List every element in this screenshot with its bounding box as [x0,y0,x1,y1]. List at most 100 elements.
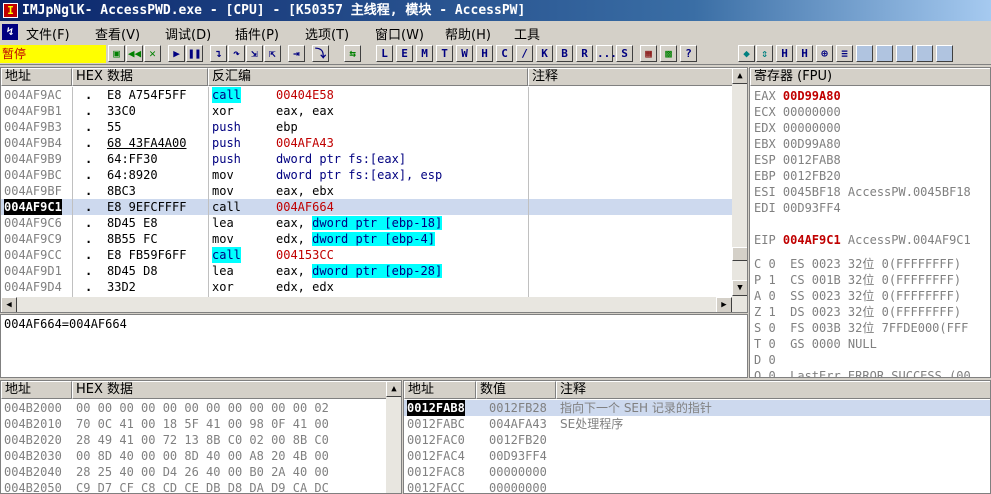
plugin-hbp-icon[interactable]: H [796,45,813,62]
register-row[interactable]: EBP 0012FB20 [754,168,841,184]
plugin-arrows-icon[interactable]: ◆ [738,45,755,62]
flag-row[interactable]: T 0 GS 0000 NULL [754,336,877,352]
toolbar-btn-c[interactable]: C [496,45,513,62]
menu-view[interactable]: 查看(V) [95,24,140,43]
stack-rows[interactable]: 0012FAB8 0012FB28 指向下一个 SEH 记录的指针 0012FABC 0… [404,400,990,493]
plugin-slot-5-icon[interactable] [936,45,953,62]
dump-row[interactable]: 004B2010 70 0C 41 00 18 5F 41 00 98 0F 41… [1,416,386,432]
stack-row[interactable]: 0012FAC0 0012FB20 [404,432,990,448]
toolbar-btn-m[interactable]: M [416,45,433,62]
scroll-up-icon[interactable]: ▲ [732,68,747,84]
disasm-row[interactable]: 004AF9D1. 8D45 D8 lea eax, dword ptr [ebp-2… [1,263,732,279]
disasm-row[interactable]: 004AF9BC. 64:8920 mov dword ptr fs:[eax], e… [1,167,732,183]
stack-row[interactable]: 0012FACC 00000000 [404,480,990,493]
disasm-row[interactable]: 004AF9B9. 64:FF30 push dword ptr fs:[eax] [1,151,732,167]
plugin-hb-icon[interactable]: H [776,45,793,62]
toolbar-btn-ellipsis[interactable]: ... [596,45,617,62]
stack-col-value[interactable]: 数值 [476,381,556,399]
toolbar-btn-r[interactable]: R [576,45,593,62]
disasm-col-comment[interactable]: 注释 [528,68,733,86]
registers-list[interactable]: EAX 00D99A80 ECX 00000000 EDX 00000000 EBX … [750,88,990,377]
flag-row[interactable]: S 0 FS 003B 32位 7FFDE000(FFF [754,320,968,336]
flag-row[interactable]: A 0 SS 0023 32位 0(FFFFFFFF) [754,288,961,304]
disasm-hscroll[interactable]: ◀ ▶ [1,297,747,312]
disasm-row[interactable]: 004AF9BF. 8BC3 mov eax, ebx [1,183,732,199]
stack-row[interactable]: 0012FAC4 00D93FF4 [404,448,990,464]
app-menu-icon[interactable]: ↯ [2,24,18,40]
toolbar-btn-e[interactable]: E [396,45,413,62]
disasm-rows[interactable]: 004AF9AC. E8 A754F5FF call 00404E58 004AF9B1… [1,87,733,296]
register-row[interactable]: ESI 0045BF18 AccessPW.0045BF18 [754,184,971,200]
disasm-row[interactable]: 004AF9C6. 8D45 E8 lea eax, dword ptr [ebp-1… [1,215,732,231]
close-icon[interactable]: ✕ [144,45,161,62]
plugin-list-icon[interactable]: ≡ [836,45,853,62]
plugin-updown-icon[interactable]: ⇕ [756,45,773,62]
execute-till-user-icon[interactable]: ⤵ [312,45,329,62]
disasm-col-hex[interactable]: HEX 数据 [72,68,208,86]
toolbar-btn-l[interactable]: L [376,45,393,62]
help-icon[interactable]: ? [680,45,697,62]
step-over-icon[interactable]: ↷ [228,45,245,62]
stack-row[interactable]: 0012FABC 004AFA43 SE处理程序 [404,416,990,432]
menu-debug[interactable]: 调试(D) [165,24,211,43]
flag-row[interactable]: O 0 LastErr ERROR_SUCCESS (00 [754,368,971,377]
scroll-left-icon[interactable]: ◀ [1,297,17,312]
toolbar-btn-t[interactable]: T [436,45,453,62]
disasm-row[interactable]: 004AF9C1. E8 9EFCFFFF call 004AF664 [1,199,732,215]
register-row[interactable]: ECX 00000000 [754,104,841,120]
register-row-eip[interactable]: EIP 004AF9C1 AccessPW.004AF9C1 [754,232,971,248]
toolbar-btn-k[interactable]: K [536,45,553,62]
scroll-right-icon[interactable]: ▶ [716,297,732,312]
menu-help[interactable]: 帮助(H) [445,24,491,43]
menu-tools[interactable]: 工具 [514,24,540,43]
disasm-col-disasm[interactable]: 反汇编 [208,68,528,86]
execute-till-return-icon[interactable]: ⇥ [288,45,305,62]
disasm-row[interactable]: 004AF9AC. E8 A754F5FF call 00404E58 [1,87,732,103]
scroll-thumb[interactable] [732,247,747,261]
toolbar-btn-b[interactable]: B [556,45,573,62]
disasm-row[interactable]: 004AF9B4. 68 43FA4A00 push 004AFA43 [1,135,732,151]
dump-col-address[interactable]: 地址 [1,381,72,399]
pause-icon[interactable]: ❚❚ [186,45,203,62]
disasm-vscroll[interactable]: ▲ ▼ [732,68,747,297]
app-icon[interactable]: I [3,3,18,18]
trace-over-icon[interactable]: ⇱ [264,45,281,62]
registers-header[interactable]: 寄存器 (FPU) [750,68,990,86]
open-icon[interactable]: ▣ [108,45,125,62]
plugin-slot-1-icon[interactable] [856,45,873,62]
register-row[interactable]: EDX 00000000 [754,120,841,136]
menu-window[interactable]: 窗口(W) [375,24,424,43]
restart-icon[interactable]: ◀◀ [126,45,143,62]
register-row[interactable]: EDI 00D93FF4 [754,200,841,216]
step-into-icon[interactable]: ↴ [210,45,227,62]
dump-col-hex[interactable]: HEX 数据 [72,381,387,399]
disasm-row[interactable]: 004AF9CC. E8 FB59F6FF call 004153CC [1,247,732,263]
dump-rows[interactable]: 004B2000 00 00 00 00 00 00 00 00 00 00 00… [1,400,387,493]
options-icon[interactable]: ▩ [660,45,677,62]
register-row[interactable]: ESP 0012FAB8 [754,152,841,168]
toolbar-btn-s[interactable]: S [616,45,633,62]
toolbar-btn-w[interactable]: W [456,45,473,62]
flag-row[interactable]: D 0 [754,352,776,368]
menu-options[interactable]: 选项(T) [305,24,349,43]
run-icon[interactable]: ▶ [168,45,185,62]
plugin-slot-3-icon[interactable] [896,45,913,62]
trace-into-icon[interactable]: ⇲ [246,45,263,62]
dump-row[interactable]: 004B2040 28 25 40 00 D4 26 40 00 B0 2A 40… [1,464,386,480]
stack-row[interactable]: 0012FAB8 0012FB28 指向下一个 SEH 记录的指针 [404,400,990,416]
menu-plugins[interactable]: 插件(P) [235,24,279,43]
plugin-target-icon[interactable]: ⊕ [816,45,833,62]
dump-row[interactable]: 004B2020 28 49 41 00 72 13 8B C0 02 00 8B… [1,432,386,448]
disasm-row[interactable]: 004AF9D4. 33D2 xor edx, edx [1,279,732,295]
stack-col-comment[interactable]: 注释 [556,381,990,399]
grid-icon[interactable]: ▦ [640,45,657,62]
dump-row[interactable]: 004B2030 00 8D 40 00 00 8D 40 00 A8 20 4B… [1,448,386,464]
disasm-row[interactable]: 004AF9C9. 8B55 FC mov edx, dword ptr [ebp-4… [1,231,732,247]
dump-row[interactable]: 004B2050 C9 D7 CF C8 CD CE DB D8 DA D9 CA… [1,480,386,493]
toolbar-btn-h[interactable]: H [476,45,493,62]
scroll-down-icon[interactable]: ▼ [732,280,747,296]
disasm-col-address[interactable]: 地址 [1,68,72,86]
dump-scroll-up-icon[interactable]: ▲ [386,381,401,397]
plugin-slot-2-icon[interactable] [876,45,893,62]
plugin-slot-4-icon[interactable] [916,45,933,62]
